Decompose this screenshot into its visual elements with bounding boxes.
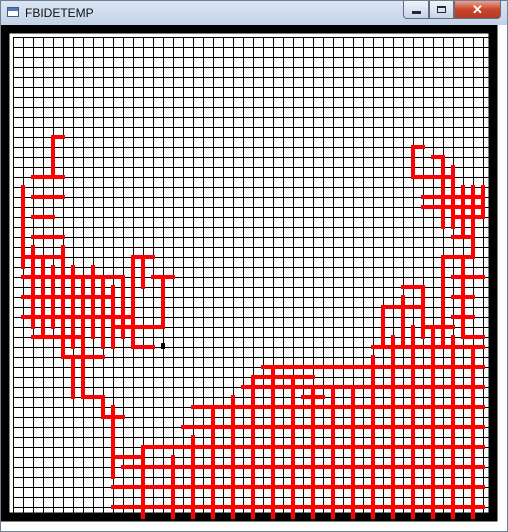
app-window-icon[interactable]: [7, 7, 19, 17]
window-title: FBIDETEMP: [25, 6, 94, 20]
title-bar[interactable]: FBIDETEMP ✕: [1, 1, 507, 25]
maximize-button[interactable]: [429, 1, 454, 19]
minimize-icon: [411, 11, 421, 14]
maximize-icon: [437, 6, 446, 13]
close-button[interactable]: ✕: [454, 1, 501, 19]
current-cell-marker: [161, 343, 165, 349]
minimize-button[interactable]: [403, 1, 429, 19]
app-window: FBIDETEMP ✕: [0, 0, 508, 532]
client-area: [1, 25, 507, 531]
close-icon: ✕: [472, 1, 483, 17]
maze-canvas: [1, 25, 507, 531]
